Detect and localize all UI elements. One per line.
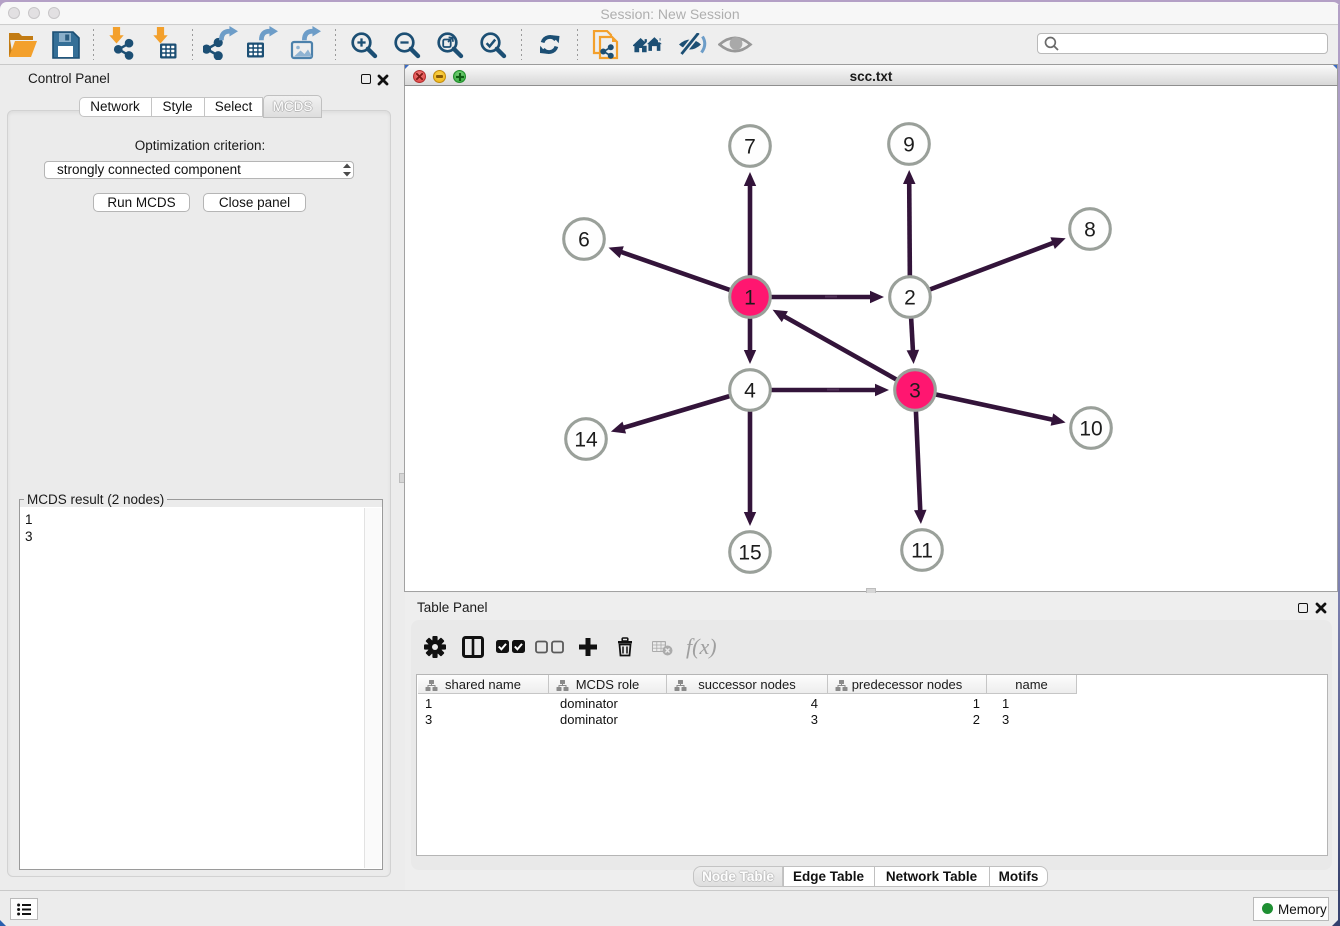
- svg-text:8: 8: [1084, 219, 1096, 242]
- svg-text:15: 15: [738, 542, 761, 565]
- svg-text:10: 10: [1079, 418, 1102, 441]
- svg-text:3: 3: [909, 380, 921, 403]
- svg-text:6: 6: [578, 229, 590, 252]
- svg-text:14: 14: [574, 429, 598, 452]
- svg-text:9: 9: [903, 134, 915, 157]
- svg-text:2: 2: [904, 287, 916, 310]
- svg-text:1: 1: [744, 287, 756, 310]
- svg-text:4: 4: [744, 380, 756, 403]
- svg-text:11: 11: [911, 540, 933, 563]
- svg-text:7: 7: [744, 136, 756, 159]
